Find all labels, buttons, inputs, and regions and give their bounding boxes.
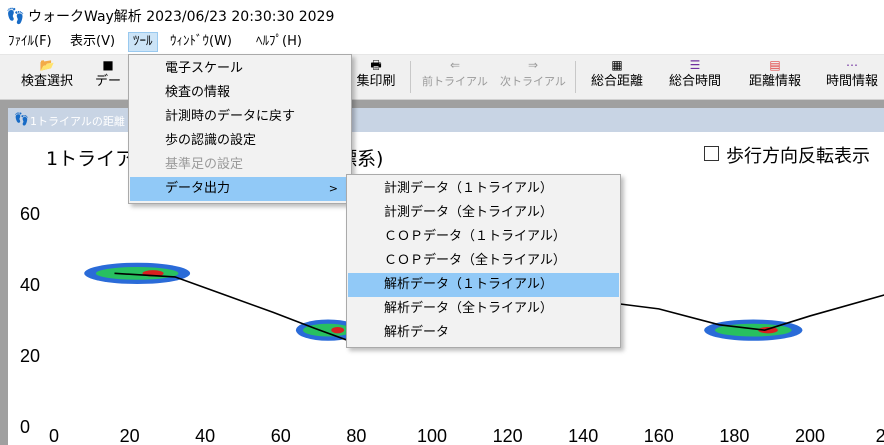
distance-chart-icon: ▦ bbox=[611, 58, 623, 72]
x-tick-label: 40 bbox=[195, 426, 215, 445]
total-distance-button[interactable]: ▦ 総合距離 bbox=[584, 57, 650, 97]
footprints-icon: 👣 bbox=[6, 7, 25, 25]
menu-item-exam-info[interactable]: 検査の情報 bbox=[130, 81, 350, 105]
menu-file[interactable]: ﾌｧｲﾙ(F) bbox=[4, 33, 56, 51]
y-tick-label: 0 bbox=[20, 417, 30, 437]
menu-item-reference-foot: 基準足の設定 bbox=[165, 157, 244, 172]
x-tick-label: 200 bbox=[795, 426, 825, 445]
save-icon: ■ bbox=[102, 58, 114, 72]
print-icon: 🖶 bbox=[370, 58, 382, 72]
total-time-button[interactable]: ☰ 総合時間 bbox=[662, 57, 728, 97]
next-trial-button[interactable]: ⇒ 次トライアル bbox=[498, 57, 568, 97]
tools-menu-dropdown: 電子スケール 検査の情報 計測時のデータに戻す 歩の認識の設定 基準足の設定 デ… bbox=[128, 54, 352, 204]
x-tick-label: 120 bbox=[493, 426, 523, 445]
menu-view[interactable]: 表示(V) bbox=[66, 33, 119, 51]
toolbar-separator bbox=[575, 61, 576, 93]
time-info-icon: ⋯ bbox=[846, 58, 858, 72]
footprints-icon: 👣 bbox=[14, 112, 29, 126]
x-tick-label: 160 bbox=[644, 426, 674, 445]
y-tick-label: 20 bbox=[20, 346, 40, 366]
submenu-item-analysis[interactable]: 解析データ bbox=[348, 321, 619, 345]
child-window-title: 1トライアルの距離 bbox=[30, 115, 125, 128]
prev-trial-button[interactable]: ⇐ 前トライアル bbox=[420, 57, 490, 97]
menu-item-step-recognition[interactable]: 歩の認識の設定 bbox=[130, 129, 350, 153]
x-tick-label: 0 bbox=[49, 426, 59, 445]
menu-window[interactable]: ｳｨﾝﾄﾞｳ(W) bbox=[166, 33, 236, 51]
x-tick-label: 22 bbox=[876, 426, 884, 445]
submenu-item-analysis-one[interactable]: 解析データ（１トライアル） bbox=[348, 273, 619, 297]
print-button[interactable]: 🖶 集印刷 bbox=[350, 57, 402, 97]
menu-help[interactable]: ﾍﾙﾌﾟ(H) bbox=[252, 33, 306, 51]
x-tick-label: 60 bbox=[271, 426, 291, 445]
y-tick-label: 60 bbox=[20, 204, 40, 224]
x-tick-label: 140 bbox=[568, 426, 598, 445]
y-tick-label: 40 bbox=[20, 275, 40, 295]
time-info-button[interactable]: ⋯ 時間情報 bbox=[820, 57, 884, 97]
submenu-arrow-icon: > bbox=[328, 182, 338, 195]
arrow-left-icon: ⇐ bbox=[449, 58, 461, 72]
time-chart-icon: ☰ bbox=[689, 58, 701, 72]
menu-item-restore-measurement[interactable]: 計測時のデータに戻す bbox=[130, 105, 350, 129]
submenu-item-measurement-all[interactable]: 計測データ（全トライアル） bbox=[348, 201, 619, 225]
window-title: ウォークWay解析 2023/06/23 20:30:30 2029 bbox=[28, 9, 335, 25]
x-tick-label: 80 bbox=[346, 426, 366, 445]
footprint-mid bbox=[95, 266, 179, 280]
arrow-right-icon: ⇒ bbox=[527, 58, 539, 72]
menu-tools[interactable]: ﾂｰﾙ bbox=[128, 32, 158, 52]
menu-item-data-output[interactable]: データ出力 > bbox=[130, 177, 350, 201]
exam-select-button[interactable]: 📂 検査選択 bbox=[14, 57, 80, 97]
submenu-item-measurement-one[interactable]: 計測データ（１トライアル） bbox=[348, 177, 619, 201]
submenu-item-analysis-all[interactable]: 解析データ（全トライアル） bbox=[348, 297, 619, 321]
menu-item-electronic-scale[interactable]: 電子スケール bbox=[130, 57, 350, 81]
distance-info-button[interactable]: ▤ 距離情報 bbox=[742, 57, 808, 97]
distance-info-icon: ▤ bbox=[769, 58, 781, 72]
x-tick-label: 100 bbox=[417, 426, 447, 445]
submenu-item-cop-one[interactable]: ＣＯＰデータ（１トライアル） bbox=[348, 225, 619, 249]
data-button[interactable]: ■ デー bbox=[88, 57, 128, 97]
title-bar: 👣 ウォークWay解析 2023/06/23 20:30:30 2029 bbox=[0, 0, 884, 30]
x-tick-label: 20 bbox=[120, 426, 140, 445]
footprint-core bbox=[331, 326, 345, 334]
data-output-submenu: 計測データ（１トライアル） 計測データ（全トライアル） ＣＯＰデータ（１トライア… bbox=[346, 174, 621, 348]
open-folder-icon: 📂 bbox=[39, 58, 55, 72]
x-tick-label: 180 bbox=[719, 426, 749, 445]
toolbar-separator bbox=[410, 61, 411, 93]
menu-bar: ﾌｧｲﾙ(F) 表示(V) ﾂｰﾙ ｳｨﾝﾄﾞｳ(W) ﾍﾙﾌﾟ(H) bbox=[0, 30, 884, 55]
submenu-item-cop-all[interactable]: ＣＯＰデータ（全トライアル） bbox=[348, 249, 619, 273]
